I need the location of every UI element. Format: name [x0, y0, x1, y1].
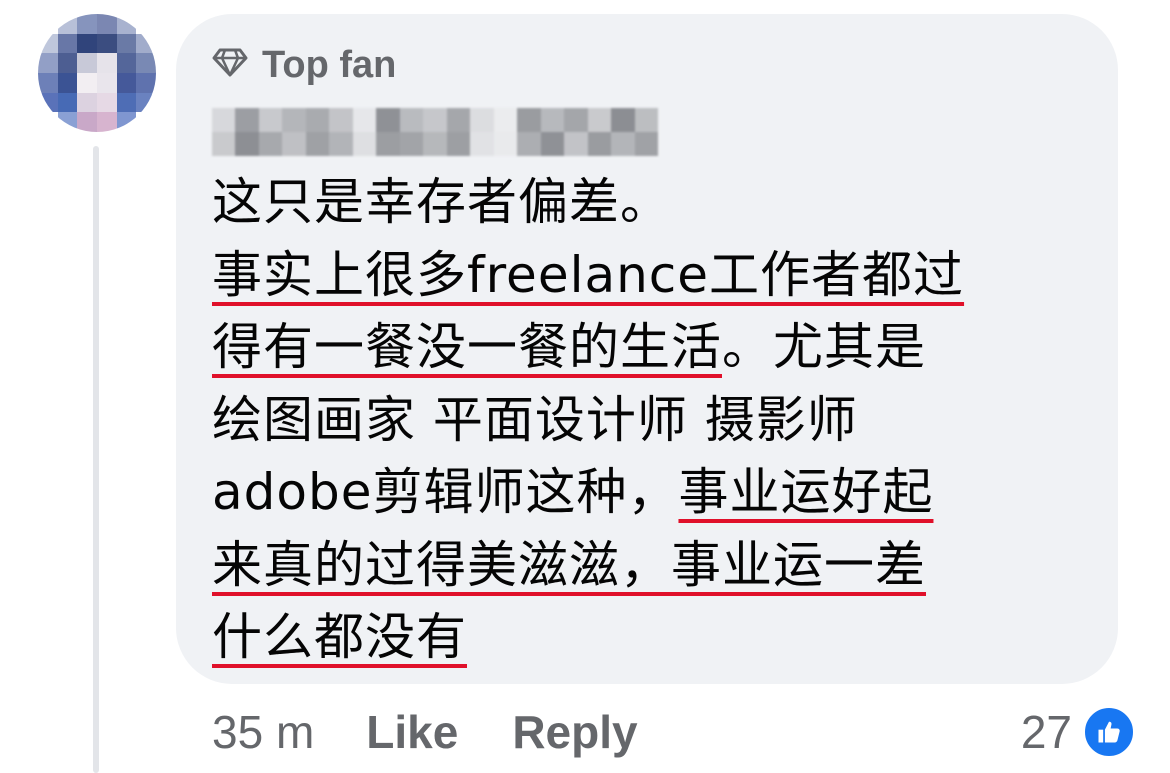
reply-button[interactable]: Reply	[512, 705, 637, 759]
top-fan-badge: Top fan	[212, 40, 396, 90]
comment-line: 来真的过得美滋滋，事业运一差	[212, 535, 926, 594]
comment-line: 绘图画家 平面设计师 摄影师	[212, 390, 858, 449]
top-fan-label: Top fan	[262, 43, 397, 86]
diamond-icon	[212, 44, 262, 87]
comment-line: 什么都没有	[212, 608, 467, 666]
reaction-summary[interactable]: 27	[1021, 700, 1136, 764]
comment-line: adobe剪辑师这种，事业运好起	[212, 463, 934, 521]
avatar[interactable]	[38, 14, 156, 132]
comment-line: 得有一餐没一餐的生活。尤其是	[212, 318, 926, 376]
author-name-blurred[interactable]	[212, 108, 658, 156]
comment-line: 事实上很多freelance工作者都过	[212, 245, 965, 304]
thumbs-up-icon	[1082, 705, 1136, 759]
comment-line: 这只是幸存者偏差。	[212, 173, 671, 231]
comment-thread: Top fan 这只是幸存者偏差。 事实上很多freelance工作者都过 得有…	[0, 0, 1170, 773]
comment-text: 这只是幸存者偏差。 事实上很多freelance工作者都过 得有一餐没一餐的生活…	[212, 166, 1102, 674]
comment-actions: 35 m Like Reply	[212, 700, 638, 764]
like-button[interactable]: Like	[366, 705, 458, 759]
timestamp-link[interactable]: 35 m	[212, 705, 314, 759]
reaction-count: 27	[1020, 706, 1072, 758]
thread-line	[93, 146, 99, 773]
